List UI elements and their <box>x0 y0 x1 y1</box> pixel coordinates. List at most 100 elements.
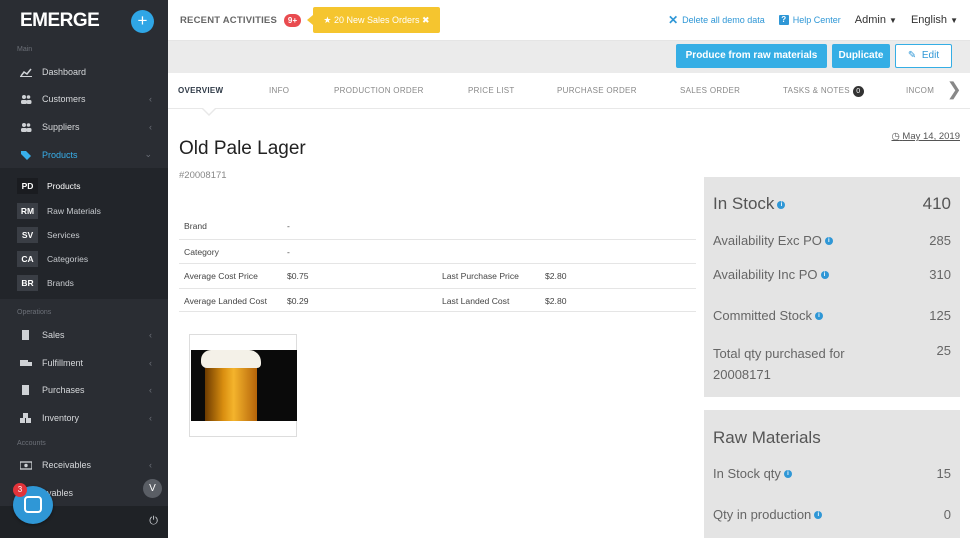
sidebar-item-inventory[interactable]: Inventory ‹ <box>0 404 168 432</box>
sidebar-item-label: Sales <box>42 330 65 341</box>
category-label: Category <box>184 246 219 257</box>
sidebar-item-suppliers[interactable]: Suppliers ‹ <box>0 113 168 141</box>
submenu-item-products[interactable]: PD Products <box>0 174 168 198</box>
sidebar: EMERGE + Main Dashboard Customers ‹ Supp… <box>0 0 168 538</box>
action-bar: Produce from raw materials Duplicate ✎ E… <box>168 41 970 73</box>
total-purchased-row: Total qty purchased for 20008171 25 <box>713 343 951 385</box>
delete-demo-data-label: Delete all demo data <box>682 15 765 25</box>
info-icon[interactable]: i <box>814 511 823 519</box>
tab-income[interactable]: INCOM <box>906 86 934 95</box>
chevron-right-icon[interactable]: ❯ <box>947 79 962 100</box>
submenu-item-brands[interactable]: BR Brands <box>0 271 168 295</box>
power-icon[interactable]: ⏻ <box>149 515 158 528</box>
tab-info[interactable]: INFO <box>269 86 289 95</box>
language-dropdown[interactable]: English ▼ <box>911 14 958 26</box>
info-icon[interactable]: i <box>783 470 792 478</box>
tab-price-list[interactable]: PRICE LIST <box>468 86 515 95</box>
raw-in-stock-row: In Stock qty i 15 <box>713 466 951 481</box>
info-icon[interactable]: i <box>777 201 786 209</box>
collapse-sidebar-button[interactable]: V <box>143 479 162 498</box>
total-purchased-value: 25 <box>936 343 951 358</box>
tab-bar: OVERVIEW INFO PRODUCTION ORDER PRICE LIS… <box>168 73 970 116</box>
chevron-left-icon: ‹ <box>149 385 152 396</box>
product-image[interactable] <box>189 334 297 437</box>
tab-tasks-notes[interactable]: TASKS & NOTES 0 <box>783 86 864 97</box>
star-icon: ★ <box>323 15 332 25</box>
sidebar-item-products[interactable]: Products ⌄ <box>0 141 168 169</box>
language-label: English <box>910 14 948 26</box>
sales-orders-alert[interactable]: ★ 20 New Sales Orders ✖ <box>307 7 440 33</box>
raw-materials-title: Raw Materials <box>713 428 821 447</box>
availability-inc-row: Availability Inc PO i 310 <box>713 267 951 282</box>
sidebar-item-receivables[interactable]: Receivables ‹ <box>0 452 168 480</box>
delete-demo-data-link[interactable]: ✕ Delete all demo data <box>668 13 765 27</box>
tab-production-order[interactable]: PRODUCTION ORDER <box>334 86 424 95</box>
help-icon: ? <box>778 15 789 25</box>
submenu-item-raw-materials[interactable]: RM Raw Materials <box>0 199 168 223</box>
app-logo[interactable]: EMERGE <box>20 10 100 32</box>
info-icon[interactable]: i <box>814 312 823 320</box>
raw-materials-title-row: Raw Materials <box>713 428 951 448</box>
document-icon <box>22 330 29 341</box>
availability-inc-label: Availability Inc PO i <box>713 267 829 282</box>
produce-from-raw-materials-button[interactable]: Produce from raw materials <box>676 44 827 68</box>
chevron-left-icon: ‹ <box>149 357 152 368</box>
submenu-label: Services <box>47 229 80 240</box>
chevron-left-icon: ‹ <box>149 460 152 471</box>
main-content: ◷ May 14, 2019 Old Pale Lager #20008171 … <box>168 110 970 538</box>
sidebar-item-fulfillment[interactable]: Fulfillment ‹ <box>0 349 168 377</box>
committed-stock-value: 125 <box>929 308 951 323</box>
truck-icon <box>20 359 32 366</box>
in-stock-label: In Stock i <box>713 194 786 214</box>
sidebar-item-customers[interactable]: Customers ‹ <box>0 86 168 114</box>
tab-label: TASKS & NOTES <box>783 86 850 95</box>
availability-exc-label: Availability Exc PO i <box>713 233 833 248</box>
avg-landed-value: $0.29 <box>287 295 309 306</box>
brand-label: Brand <box>184 221 207 231</box>
last-landed-label: Last Landed Cost <box>442 295 510 306</box>
chevron-left-icon: ‹ <box>149 121 152 132</box>
section-label-operations: Operations <box>17 309 52 317</box>
close-icon[interactable]: ✖ <box>422 15 430 25</box>
tab-overview[interactable]: OVERVIEW <box>178 86 223 95</box>
tab-sales-order[interactable]: SALES ORDER <box>680 86 740 95</box>
avg-cost-label: Average Cost Price <box>184 271 258 281</box>
duplicate-button[interactable]: Duplicate <box>832 44 890 68</box>
submenu-abbr: PD <box>17 178 38 195</box>
table-row: Average Cost Price $0.75 Last Purchase P… <box>179 263 696 288</box>
caret-down-icon: ▼ <box>950 16 958 25</box>
chat-unread-badge: 3 <box>13 483 27 497</box>
add-button[interactable]: + <box>131 9 154 33</box>
tab-purchase-order[interactable]: PURCHASE ORDER <box>557 86 637 95</box>
edit-button[interactable]: ✎ Edit <box>895 44 952 68</box>
submenu-item-services[interactable]: SV Services <box>0 223 168 247</box>
help-center-label: Help Center <box>792 15 841 25</box>
recent-activities-label: RECENT ACTIVITIES <box>180 14 277 26</box>
committed-stock-row: Committed Stock i 125 <box>713 308 951 323</box>
recent-activities-button[interactable]: RECENT ACTIVITIES 9+ <box>180 13 302 27</box>
sidebar-item-dashboard[interactable]: Dashboard <box>0 58 168 86</box>
submenu-item-categories[interactable]: CA Categories <box>0 247 168 271</box>
submenu-abbr: CA <box>17 251 38 268</box>
user-name: Admin <box>854 14 886 26</box>
chart-icon <box>20 68 32 77</box>
total-purchased-label: Total qty purchased for 20008171 <box>713 346 845 382</box>
availability-exc-value: 285 <box>929 233 951 248</box>
sidebar-item-purchases[interactable]: Purchases ‹ <box>0 377 168 405</box>
submenu-label: Raw Materials <box>47 205 101 216</box>
raw-in-production-value: 0 <box>943 507 951 522</box>
user-menu-dropdown[interactable]: Admin ▼ <box>855 14 897 26</box>
top-bar-right: ✕ Delete all demo data ? Help Center Adm… <box>668 13 970 27</box>
sidebar-item-label: Inventory <box>42 412 80 423</box>
users-icon <box>21 95 32 105</box>
product-date: ◷ May 14, 2019 <box>891 131 960 142</box>
help-center-link[interactable]: ? Help Center <box>778 15 841 25</box>
last-landed-value: $2.80 <box>545 295 567 306</box>
raw-materials-panel: Raw Materials In Stock qty i 15 Qty in pr… <box>704 410 960 538</box>
info-icon[interactable]: i <box>820 271 829 279</box>
pencil-icon: ✎ <box>907 50 917 61</box>
in-stock-row: In Stock i 410 <box>713 194 951 214</box>
sidebar-item-sales[interactable]: Sales ‹ <box>0 321 168 349</box>
info-icon[interactable]: i <box>824 237 833 245</box>
tasks-count-badge: 0 <box>852 86 864 97</box>
